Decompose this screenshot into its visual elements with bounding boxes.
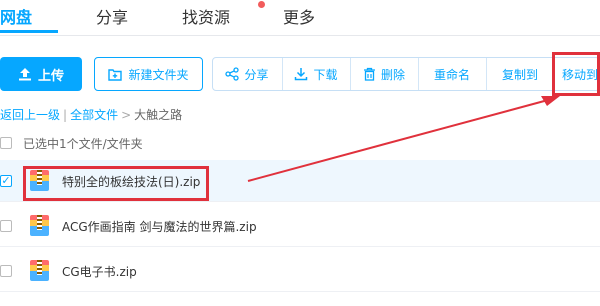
annotation-arrow (247, 96, 560, 182)
